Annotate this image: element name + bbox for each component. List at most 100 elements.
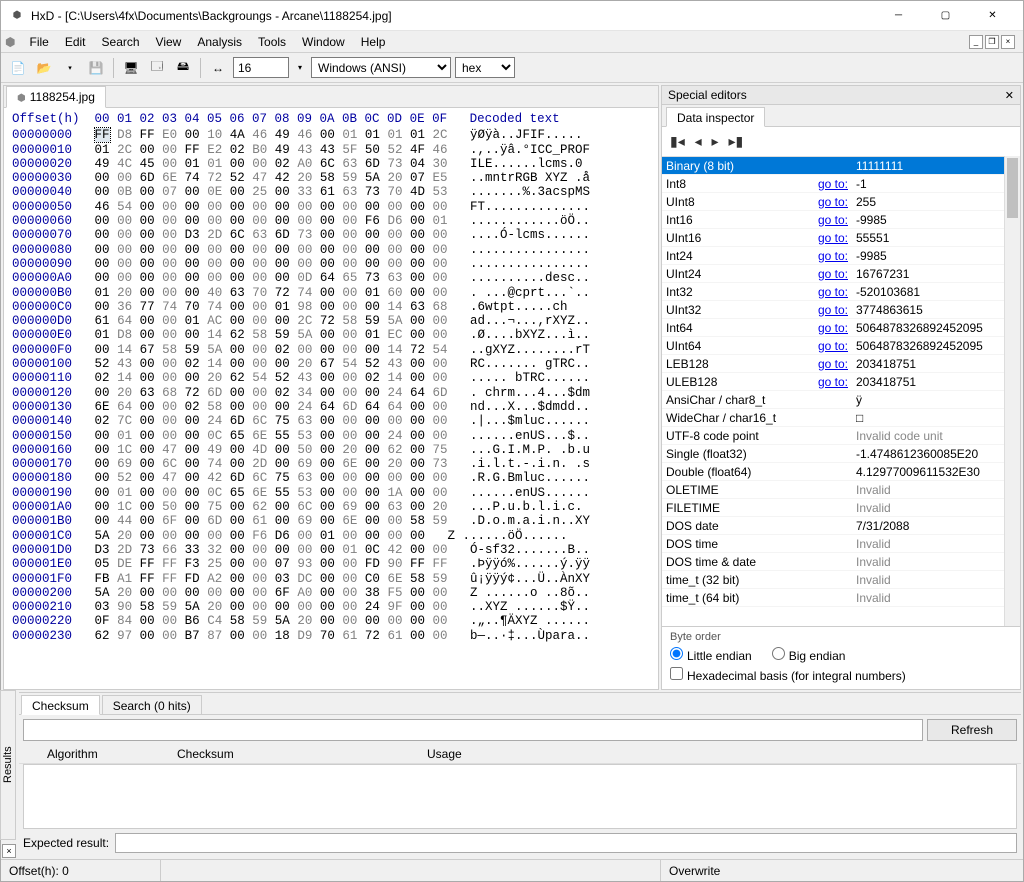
mdi-minimize[interactable]: _ <box>969 35 983 49</box>
inspector-row[interactable]: Double (float64)4.12977009611532E30 <box>662 463 1004 481</box>
inspector-row[interactable]: Int24go to:-9985 <box>662 247 1004 265</box>
expected-input[interactable] <box>115 833 1017 853</box>
menu-edit[interactable]: Edit <box>57 33 94 51</box>
hex-row[interactable]: 00000190 00 01 00 00 00 0C 65 6E 55 53 0… <box>12 486 650 500</box>
inspector-row[interactable]: DOS timeInvalid <box>662 535 1004 553</box>
big-endian-radio[interactable]: Big endian <box>772 647 846 663</box>
menu-search[interactable]: Search <box>94 33 148 51</box>
inspector-row[interactable]: UInt64go to:5064878326892452095 <box>662 337 1004 355</box>
hex-row[interactable]: 00000070 00 00 00 00 D3 2D 6C 63 6D 73 0… <box>12 228 650 242</box>
leftright-icon[interactable]: ↔ <box>207 57 229 79</box>
data-inspector-tab[interactable]: Data inspector <box>666 107 765 127</box>
panel-close-icon[interactable]: ✕ <box>1005 89 1014 102</box>
inspector-row[interactable]: AnsiChar / char8_tÿ <box>662 391 1004 409</box>
hex-row[interactable]: 00000180 00 52 00 47 00 42 6D 6C 75 63 0… <box>12 471 650 485</box>
first-icon[interactable]: ▮◂ <box>670 133 685 149</box>
hex-row[interactable]: 00000000 FF D8 FF E0 00 10 4A 46 49 46 0… <box>12 128 650 142</box>
hex-row[interactable]: 00000120 00 20 63 68 72 6D 00 00 02 34 0… <box>12 386 650 400</box>
charset-select[interactable]: Windows (ANSI) <box>311 57 451 78</box>
inspector-row[interactable]: Binary (8 bit)11111111 <box>662 157 1004 175</box>
inspector-row[interactable]: time_t (32 bit)Invalid <box>662 571 1004 589</box>
hex-row[interactable]: 00000020 49 4C 45 00 01 01 00 00 02 A0 6… <box>12 157 650 171</box>
hex-row[interactable]: 000000B0 01 20 00 00 00 40 63 70 72 74 0… <box>12 286 650 300</box>
last-icon[interactable]: ▸▮ <box>728 133 743 149</box>
save-button[interactable]: 💾 <box>85 57 107 79</box>
bytes-per-row-input[interactable] <box>233 57 289 78</box>
menu-window[interactable]: Window <box>294 33 353 51</box>
openram-button[interactable]: 🗔 <box>146 57 168 79</box>
open-button[interactable]: 📂 <box>33 57 55 79</box>
hex-row[interactable]: 00000010 01 2C 00 00 FF E2 02 B0 49 43 4… <box>12 143 650 157</box>
menu-file[interactable]: File <box>21 33 56 51</box>
results-sidebar[interactable]: Results <box>0 690 16 840</box>
inspector-row[interactable]: time_t (64 bit)Invalid <box>662 589 1004 607</box>
hex-row[interactable]: 00000140 02 7C 00 00 00 24 6D 6C 75 63 0… <box>12 414 650 428</box>
checksum-tab[interactable]: Checksum <box>21 695 100 715</box>
hex-basis-checkbox[interactable]: Hexadecimal basis (for integral numbers) <box>670 667 906 683</box>
inspector-row[interactable]: Int32go to:-520103681 <box>662 283 1004 301</box>
hex-row[interactable]: 00000130 6E 64 00 00 02 58 00 00 00 24 6… <box>12 400 650 414</box>
hex-view[interactable]: Offset(h) 00 01 02 03 04 05 06 07 08 09 … <box>4 108 658 689</box>
hex-row[interactable]: 00000050 46 54 00 00 00 00 00 00 00 00 0… <box>12 200 650 214</box>
inspector-grid[interactable]: Binary (8 bit)11111111Int8go to:-1UInt8g… <box>662 156 1004 626</box>
mdi-close[interactable]: × <box>1001 35 1015 49</box>
hex-row[interactable]: 000001D0 D3 2D 73 66 33 32 00 00 00 00 0… <box>12 543 650 557</box>
file-tab[interactable]: ⬢1188254.jpg <box>6 86 106 108</box>
refresh-button[interactable]: Refresh <box>927 719 1017 741</box>
hex-row[interactable]: 000000C0 00 36 77 74 70 74 00 00 01 98 0… <box>12 300 650 314</box>
inspector-row[interactable]: DOS time & dateInvalid <box>662 553 1004 571</box>
hex-row[interactable]: 00000150 00 01 00 00 00 0C 65 6E 55 53 0… <box>12 429 650 443</box>
bpr-dropdown[interactable]: ▾ <box>293 57 307 79</box>
inspector-row[interactable]: DOS date7/31/2088 <box>662 517 1004 535</box>
hex-row[interactable]: 00000210 03 90 58 59 5A 20 00 00 00 00 0… <box>12 600 650 614</box>
hex-row[interactable]: 00000220 0F 84 00 00 B6 C4 58 59 5A 20 0… <box>12 614 650 628</box>
mdi-restore[interactable]: ❐ <box>985 35 999 49</box>
little-endian-radio[interactable]: Little endian <box>670 647 752 663</box>
inspector-row[interactable]: ULEB128go to:203418751 <box>662 373 1004 391</box>
inspector-row[interactable]: WideChar / char16_t□ <box>662 409 1004 427</box>
maximize-button[interactable]: ▢ <box>923 2 968 30</box>
checksum-combo[interactable] <box>23 719 923 741</box>
inspector-row[interactable]: UInt24go to:16767231 <box>662 265 1004 283</box>
hex-row[interactable]: 000001E0 05 DE FF FF F3 25 00 00 07 93 0… <box>12 557 650 571</box>
inspector-row[interactable]: Single (float32)-1.4748612360085E20 <box>662 445 1004 463</box>
search-tab[interactable]: Search (0 hits) <box>102 695 202 715</box>
hex-row[interactable]: 000000E0 01 D8 00 00 00 14 62 58 59 5A 0… <box>12 328 650 342</box>
hex-row[interactable]: 00000160 00 1C 00 47 00 49 00 4D 00 50 0… <box>12 443 650 457</box>
hex-row[interactable]: 00000230 62 97 00 00 B7 87 00 00 18 D9 7… <box>12 629 650 643</box>
hex-row[interactable]: 00000080 00 00 00 00 00 00 00 00 00 00 0… <box>12 243 650 257</box>
menu-tools[interactable]: Tools <box>250 33 294 51</box>
hex-row[interactable]: 00000040 00 0B 00 07 00 0E 00 25 00 33 6… <box>12 185 650 199</box>
inspector-row[interactable]: Int16go to:-9985 <box>662 211 1004 229</box>
results-close[interactable]: × <box>2 844 16 858</box>
hex-row[interactable]: 00000170 00 69 00 6C 00 74 00 2D 00 69 0… <box>12 457 650 471</box>
inspector-scrollbar[interactable] <box>1004 156 1020 626</box>
inspector-row[interactable]: UInt16go to:55551 <box>662 229 1004 247</box>
hex-row[interactable]: 00000060 00 00 00 00 00 00 00 00 00 00 0… <box>12 214 650 228</box>
hex-row[interactable]: 000001B0 00 44 00 6F 00 6D 00 61 00 69 0… <box>12 514 650 528</box>
opendisk2-button[interactable]: 🖴 <box>172 57 194 79</box>
inspector-row[interactable]: Int8go to:-1 <box>662 175 1004 193</box>
hex-row[interactable]: 000001C0 5A 20 00 00 00 00 00 F6 D6 00 0… <box>12 529 650 543</box>
hex-row[interactable]: 00000090 00 00 00 00 00 00 00 00 00 00 0… <box>12 257 650 271</box>
inspector-row[interactable]: UInt8go to:255 <box>662 193 1004 211</box>
base-select[interactable]: hex <box>455 57 515 78</box>
hex-row[interactable]: 00000110 02 14 00 00 00 20 62 54 52 43 0… <box>12 371 650 385</box>
hex-row[interactable]: 00000100 52 43 00 00 02 14 00 00 00 20 6… <box>12 357 650 371</box>
inspector-row[interactable]: UInt32go to:3774863615 <box>662 301 1004 319</box>
menu-help[interactable]: Help <box>353 33 394 51</box>
inspector-row[interactable]: LEB128go to:203418751 <box>662 355 1004 373</box>
hex-row[interactable]: 00000030 00 00 6D 6E 74 72 52 47 42 20 5… <box>12 171 650 185</box>
close-button[interactable]: ✕ <box>970 2 1015 30</box>
hex-row[interactable]: 000001F0 FB A1 FF FF FD A2 00 00 03 DC 0… <box>12 572 650 586</box>
inspector-row[interactable]: Int64go to:5064878326892452095 <box>662 319 1004 337</box>
hex-row[interactable]: 000001A0 00 1C 00 50 00 75 00 62 00 6C 0… <box>12 500 650 514</box>
minimize-button[interactable]: ─ <box>876 2 921 30</box>
opendisk-button[interactable]: ▾ <box>59 57 81 79</box>
undo1-button[interactable]: 🖥 <box>120 57 142 79</box>
hex-row[interactable]: 000000A0 00 00 00 00 00 00 00 00 00 0D 6… <box>12 271 650 285</box>
inspector-row[interactable]: UTF-8 code pointInvalid code unit <box>662 427 1004 445</box>
hex-row[interactable]: 00000200 5A 20 00 00 00 00 00 00 6F A0 0… <box>12 586 650 600</box>
menu-analysis[interactable]: Analysis <box>189 33 250 51</box>
inspector-row[interactable]: FILETIMEInvalid <box>662 499 1004 517</box>
